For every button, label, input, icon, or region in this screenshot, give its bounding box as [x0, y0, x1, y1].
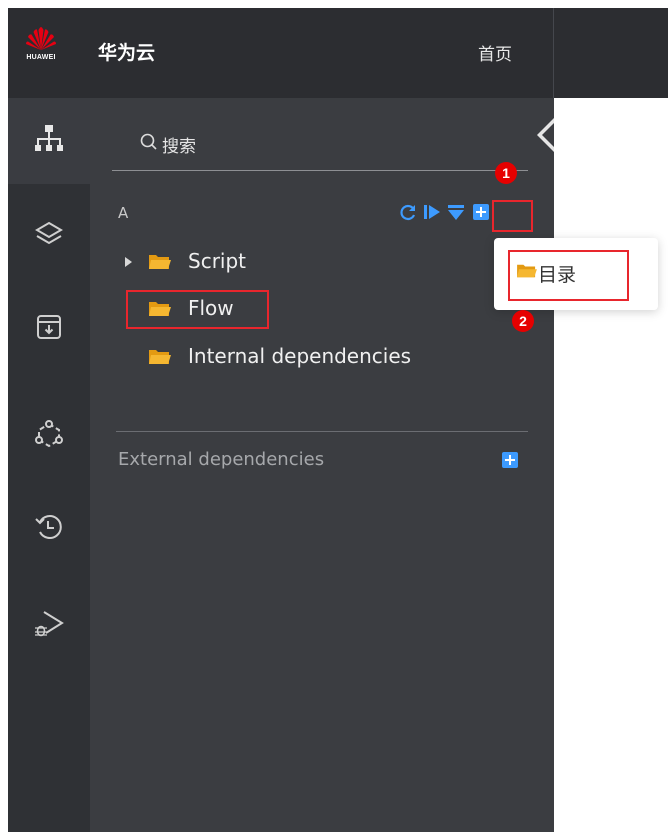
- huawei-logo[interactable]: HUAWEI: [22, 26, 60, 70]
- external-dependencies-label: External dependencies: [118, 449, 325, 470]
- brand-name[interactable]: 华为云: [98, 38, 155, 65]
- icon-rail: [8, 98, 90, 832]
- archive-download-icon: [37, 315, 61, 339]
- step-badge-1: 1: [495, 162, 517, 184]
- layers-icon: [35, 221, 63, 245]
- folder-icon: [149, 350, 171, 364]
- add-directory-button[interactable]: [471, 202, 491, 222]
- rail-item-history[interactable]: [8, 486, 90, 572]
- section-divider: [116, 431, 528, 432]
- filter-button[interactable]: [446, 202, 466, 222]
- section-label: A: [118, 204, 129, 222]
- nav-home-link[interactable]: 首页: [478, 40, 512, 65]
- create-menu-popup: 目录: [494, 238, 658, 310]
- history-icon: [35, 515, 62, 539]
- tree-item-flow[interactable]: Flow: [148, 295, 448, 325]
- menu-item-directory[interactable]: 目录: [517, 260, 577, 287]
- tree-item-script[interactable]: Script: [124, 248, 424, 278]
- debug-run-icon: [35, 611, 64, 637]
- folder-icon: [517, 264, 537, 278]
- run-icon: [424, 205, 440, 219]
- refresh-icon: [400, 204, 416, 221]
- menu-item-label: 目录: [538, 264, 577, 286]
- caret-right-icon: [125, 257, 132, 267]
- add-icon: [502, 452, 518, 468]
- tree-item-label: Internal dependencies: [188, 344, 412, 368]
- hierarchy-icon: [35, 125, 63, 151]
- folder-icon: [149, 255, 171, 269]
- tree-item-label: Flow: [188, 296, 234, 320]
- top-bar: HUAWEI 华为云 首页: [8, 8, 668, 98]
- rail-item-development[interactable]: [8, 98, 90, 184]
- folder-icon: [149, 302, 171, 316]
- step-badge-2: 2: [512, 310, 534, 332]
- filter-icon: [448, 205, 464, 220]
- panel-collapse-button[interactable]: [534, 118, 554, 152]
- search-input[interactable]: 搜索: [112, 122, 528, 171]
- left-gutter: [0, 0, 8, 832]
- nav-divider: [553, 8, 554, 98]
- chevron-left-icon: [537, 118, 554, 152]
- rail-item-archive[interactable]: [8, 286, 90, 372]
- rail-item-layers[interactable]: [8, 194, 90, 280]
- search-placeholder: 搜索: [162, 137, 196, 157]
- logo-wordmark: HUAWEI: [26, 54, 56, 61]
- huawei-flower-icon: [26, 27, 56, 50]
- search-icon: [140, 133, 157, 150]
- tree-item-label: Script: [188, 249, 247, 273]
- explorer-panel: 搜索 A Script Flow Internal dependencies E…: [90, 98, 554, 832]
- tree-item-internal-dependencies[interactable]: Internal dependencies: [148, 343, 488, 373]
- add-external-dependency-button[interactable]: [500, 450, 520, 470]
- add-icon: [473, 204, 489, 220]
- refresh-button[interactable]: [398, 202, 418, 222]
- rail-item-debug[interactable]: [8, 582, 90, 668]
- run-button[interactable]: [422, 202, 442, 222]
- workflow-nodes-icon: [35, 420, 63, 448]
- rail-item-workflow[interactable]: [8, 394, 90, 480]
